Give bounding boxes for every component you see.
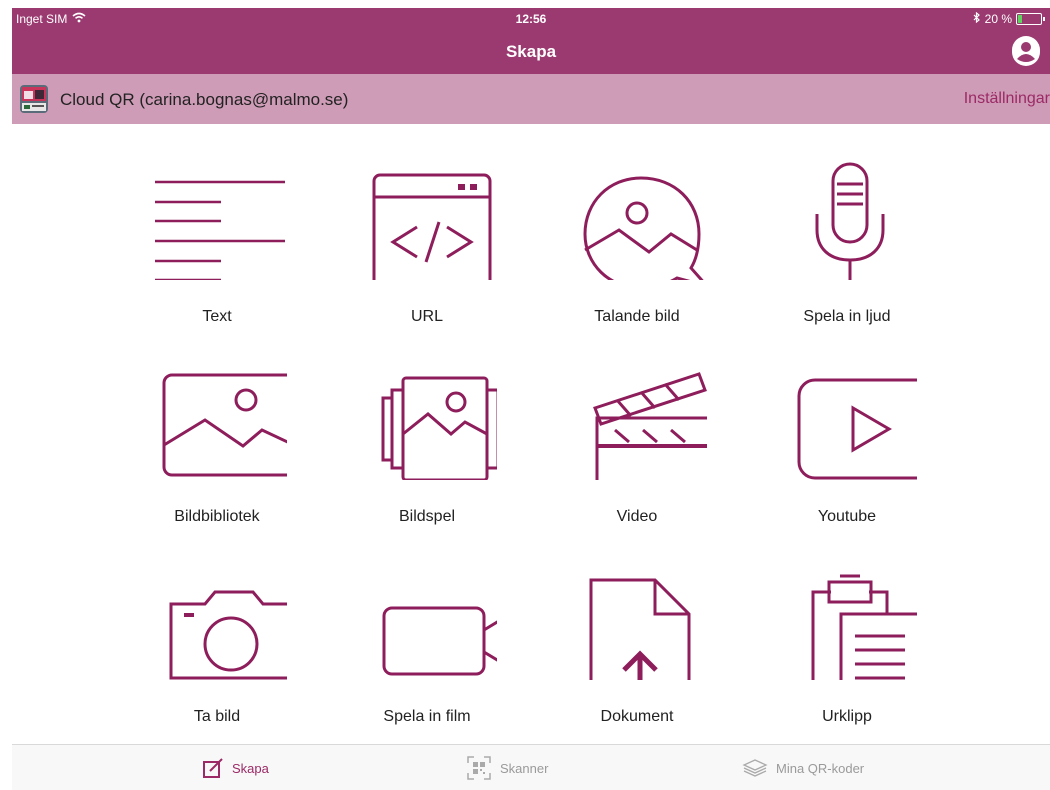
tile-label: Youtube — [817, 508, 877, 525]
battery-text: 20 % — [984, 12, 1012, 26]
status-right: 20 % — [973, 11, 1045, 26]
status-time: 12:56 — [515, 12, 547, 26]
status-bar: Inget SIM 12:56 20 % — [12, 8, 1050, 30]
microphone-icon — [777, 150, 917, 280]
tab-label: Mina QR-koder — [776, 760, 865, 776]
bluetooth-icon — [973, 11, 981, 26]
record-video-tile[interactable]: Spela in film — [322, 540, 532, 740]
tile-label: Urklipp — [822, 708, 872, 725]
tile-label: Bildspel — [398, 508, 456, 525]
tab-label: Skapa — [232, 760, 269, 776]
code-window-icon — [357, 150, 497, 280]
page-title: Skapa — [505, 42, 557, 61]
tab-mina-qr-koder[interactable]: Mina QR-koder — [742, 745, 864, 790]
video-tile[interactable]: Video — [532, 340, 742, 540]
account-label: Cloud QR (carina.bognas@malmo.se) — [60, 90, 349, 109]
document-tile[interactable]: Dokument — [532, 540, 742, 740]
image-library-tile[interactable]: Bildbibliotek — [112, 340, 322, 540]
layers-icon — [742, 758, 768, 778]
create-grid: Text URL Talande bild Spela in ljud Bild… — [112, 140, 952, 740]
nav-bar: Skapa — [12, 30, 1050, 74]
slideshow-tile[interactable]: Bildspel — [322, 340, 532, 540]
tab-bar: Skapa Skanner Mina QR-koder — [12, 744, 1050, 790]
speech-image-icon — [567, 150, 707, 280]
battery-icon — [1016, 13, 1045, 25]
record-audio-tile[interactable]: Spela in ljud — [742, 140, 952, 340]
create-text-tile[interactable]: Text — [112, 140, 322, 340]
tile-label: Spela in film — [383, 708, 471, 725]
clipboard-tile[interactable]: Urklipp — [742, 540, 952, 740]
tile-label: Talande bild — [594, 308, 680, 325]
qr-scan-icon — [466, 755, 492, 781]
image-icon — [147, 350, 287, 480]
tile-label: URL — [410, 308, 443, 325]
profile-button[interactable] — [1012, 35, 1040, 69]
text-lines-icon — [147, 150, 287, 280]
youtube-tile[interactable]: Youtube — [742, 340, 952, 540]
tile-label: Bildbibliotek — [174, 508, 260, 525]
tile-label: Text — [202, 308, 232, 325]
take-photo-tile[interactable]: Ta bild — [112, 540, 322, 740]
tab-label: Skanner — [500, 760, 549, 776]
tab-skapa[interactable]: Skapa — [202, 745, 269, 790]
app-logo-icon — [20, 85, 48, 113]
user-icon — [1012, 35, 1040, 69]
clapperboard-icon — [567, 350, 707, 480]
slideshow-icon — [357, 350, 497, 480]
edit-icon — [202, 757, 224, 779]
settings-link[interactable]: Inställningar — [964, 90, 1050, 108]
create-url-tile[interactable]: URL — [322, 140, 532, 340]
video-camera-icon — [357, 550, 497, 680]
camera-icon — [147, 550, 287, 680]
tab-skanner[interactable]: Skanner — [466, 745, 548, 790]
play-button-icon — [777, 350, 917, 480]
tile-label: Ta bild — [193, 708, 241, 725]
tile-label: Spela in ljud — [803, 308, 891, 325]
tile-label: Dokument — [600, 708, 674, 725]
create-speaking-image-tile[interactable]: Talande bild — [532, 140, 742, 340]
tile-label: Video — [616, 508, 658, 525]
clipboard-icon — [777, 550, 917, 680]
app-screen: Inget SIM 12:56 20 % Skapa Cloud QR (car… — [12, 8, 1050, 790]
document-upload-icon — [567, 550, 707, 680]
account-bar: Cloud QR (carina.bognas@malmo.se) Instäl… — [12, 74, 1050, 124]
